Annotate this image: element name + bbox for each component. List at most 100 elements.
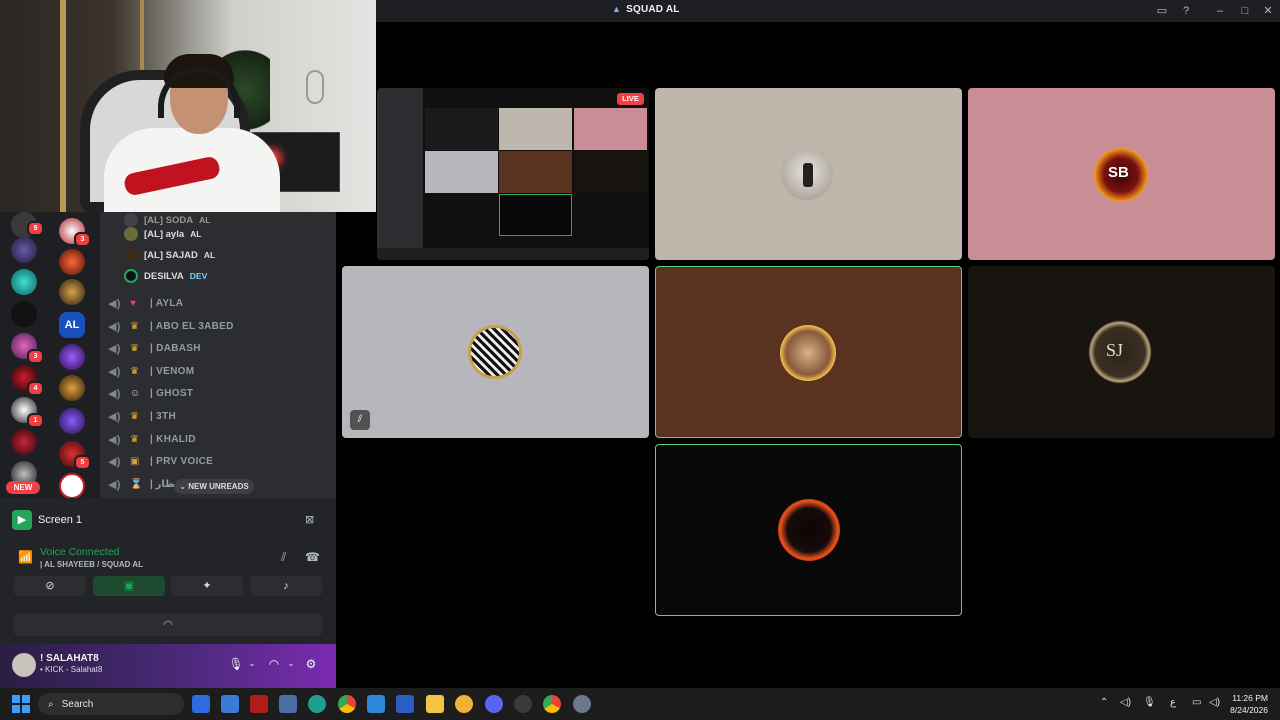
app-icon[interactable] [396, 695, 414, 713]
task-view-icon[interactable] [192, 695, 210, 713]
mention-badge: 4 [27, 381, 44, 396]
voice-channel-name[interactable]: | AL SHAYEEB / SQUAD AL [40, 560, 143, 569]
speaker-icon: ◀) [108, 433, 121, 446]
voice-channel[interactable]: ◀) ♛ | VENOM [108, 362, 194, 380]
participant-tile-speaking[interactable] [655, 266, 962, 438]
noise-suppression-icon[interactable]: ⫽ [281, 550, 286, 565]
app-icon[interactable] [514, 695, 532, 713]
voice-member[interactable]: [AL] ayla AL [124, 226, 201, 242]
screen-share-item[interactable]: ▶ Screen 1 [12, 510, 82, 530]
activities-button[interactable]: ✦ [171, 576, 243, 596]
avatar [780, 325, 836, 381]
file-explorer-icon[interactable] [426, 695, 444, 713]
voice-panel: ▶ Screen 1 ⊠ 📶 Voice Connected | AL SHAY… [0, 498, 336, 644]
voice-connected-label[interactable]: Voice Connected [40, 546, 119, 558]
window-title: SQUAD AL [612, 4, 680, 15]
speaker-icon: ◀) [108, 365, 121, 378]
taskbar-search[interactable]: ⌕ Search [38, 693, 184, 715]
speaker-icon: ◀) [108, 297, 121, 310]
avatar [124, 248, 138, 262]
server-icon[interactable] [59, 473, 85, 499]
chrome-icon[interactable] [543, 695, 561, 713]
stream-tile-screen-share[interactable] [377, 88, 649, 260]
app-icon[interactable] [367, 695, 385, 713]
voice-channel[interactable]: ◀) ☺ | GHOST [108, 384, 193, 402]
participant-tile[interactable] [655, 88, 962, 260]
app-icon[interactable] [455, 695, 473, 713]
speaker-icon[interactable]: ◁) [1209, 697, 1220, 708]
avatar [124, 227, 138, 241]
server-icon-al[interactable]: AL [59, 312, 85, 338]
server-list: 9 3 4 1 [0, 212, 48, 498]
windows-taskbar: ⌕ Search ⌃ ◁) 🎙 ع ▭ ◁) 11:26 PM 8/24/202… [0, 688, 1280, 720]
system-clock[interactable]: 11:26 PM 8/24/2026 [1230, 692, 1268, 716]
connection-icon[interactable]: 📶 [18, 550, 33, 564]
speaker-icon: ◀) [108, 320, 121, 333]
mention-badge: 3 [27, 349, 44, 364]
edge-icon[interactable] [308, 695, 326, 713]
server-icon[interactable] [11, 301, 37, 327]
help-icon[interactable]: ? [1178, 3, 1194, 19]
voice-channel[interactable]: ◀) ♥ | AYLA [108, 294, 183, 312]
screen-share-button[interactable]: ▣ [93, 576, 165, 596]
screen-share-icon: ▶ [12, 510, 32, 530]
avatar[interactable] [12, 653, 36, 677]
chevron-down-icon[interactable]: ⌄ [283, 656, 299, 672]
camera-off-button[interactable]: ⊘ [14, 576, 86, 596]
headphone-button[interactable]: ◠ [14, 614, 322, 636]
search-icon: ⌕ [48, 698, 54, 710]
participant-tile-speaking[interactable] [655, 444, 962, 616]
server-icon[interactable] [59, 408, 85, 434]
speaker-icon: ◀) [108, 342, 121, 355]
server-icon[interactable] [59, 279, 85, 305]
server-icon[interactable] [59, 344, 85, 370]
volume-icon[interactable]: ◁) [1120, 697, 1131, 708]
server-icon[interactable] [11, 429, 37, 455]
language-indicator[interactable]: ع [1170, 697, 1176, 708]
voice-channel[interactable]: ◀) ♛ | DABASH [108, 339, 201, 357]
minimize-icon[interactable]: – [1212, 3, 1228, 19]
server-icon[interactable] [11, 269, 37, 295]
start-button[interactable] [12, 695, 30, 713]
username[interactable]: ! SALAHAT8 [40, 653, 99, 664]
inbox-icon[interactable]: ▭ [1154, 3, 1170, 19]
participant-tile[interactable]: SJ [968, 266, 1275, 438]
chevron-up-icon[interactable]: ⌃ [1100, 697, 1108, 708]
settings-gear-icon[interactable]: ⚙ [303, 656, 319, 672]
server-icon[interactable] [11, 237, 37, 263]
server-icon[interactable] [59, 249, 85, 275]
participant-tile[interactable] [342, 266, 649, 438]
settings-icon[interactable] [573, 695, 591, 713]
soundboard-button[interactable]: ♪ [250, 576, 322, 596]
voice-channel[interactable]: ◀) ▣ | PRV VOICE [108, 452, 213, 470]
voice-member[interactable]: [AL] SAJAD AL [124, 247, 215, 263]
avatar [468, 325, 522, 379]
voice-channel[interactable]: ◀) ♛ | KHALID [108, 430, 196, 448]
app-icon[interactable] [250, 695, 268, 713]
store-icon[interactable] [279, 695, 297, 713]
new-servers-pill[interactable]: NEW [6, 481, 40, 494]
voice-channel[interactable]: ◀) ♛ | ABO EL 3ABED [108, 317, 234, 335]
network-icon[interactable]: ▭ [1192, 697, 1201, 708]
widgets-icon[interactable] [221, 695, 239, 713]
channel-list: [AL] SODA AL [AL] ayla AL [AL] SAJAD AL … [100, 212, 336, 498]
speaker-icon: ◀) [108, 455, 121, 468]
mention-badge: 5 [74, 455, 91, 470]
disconnect-icon[interactable]: ☎ [305, 550, 320, 564]
stop-stream-icon[interactable]: ⊠ [305, 513, 314, 526]
new-unreads-pill[interactable]: ⌄ NEW UNREADS [174, 479, 254, 494]
server-icon[interactable] [59, 375, 85, 401]
voice-member[interactable]: DESILVA DEV [124, 268, 207, 284]
microphone-icon[interactable]: 🎙 [1143, 697, 1156, 708]
headphones-icon[interactable]: ◠ [266, 656, 282, 672]
voice-channel[interactable]: ◀) ♛ | 3TH [108, 407, 176, 425]
speaker-icon: ◀) [108, 478, 121, 491]
discord-icon[interactable] [485, 695, 503, 713]
close-icon[interactable]: ✕ [1260, 3, 1276, 19]
chrome-icon[interactable] [338, 695, 356, 713]
chevron-down-icon[interactable]: ⌄ [244, 656, 260, 672]
mention-badge: 9 [27, 221, 44, 236]
maximize-icon[interactable]: □ [1237, 3, 1253, 19]
microphone-icon[interactable]: 🎙 [228, 656, 244, 672]
participant-tile[interactable]: SB [968, 88, 1275, 260]
